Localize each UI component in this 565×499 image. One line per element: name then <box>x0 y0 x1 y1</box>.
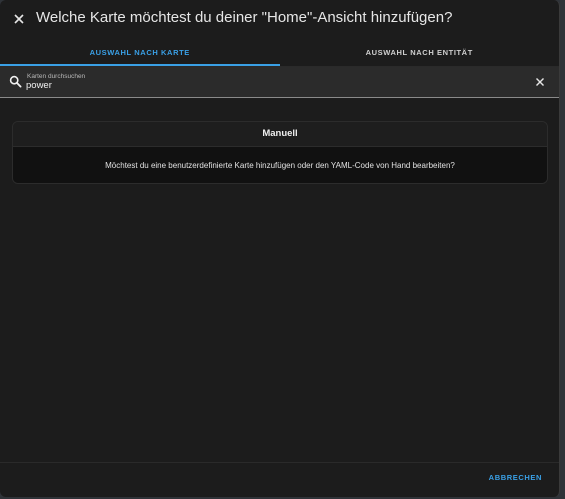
close-button[interactable] <box>10 10 28 28</box>
tab-by-card[interactable]: AUSWAHL NACH KARTE <box>0 38 280 66</box>
search-field[interactable]: Karten durchsuchen <box>0 67 559 98</box>
search-input[interactable] <box>26 80 506 91</box>
search-icon <box>9 75 22 88</box>
add-card-dialog: Welche Karte möchtest du deiner "Home"-A… <box>0 0 560 497</box>
cancel-button[interactable]: ABBRECHEN <box>489 473 542 482</box>
clear-search-icon[interactable] <box>535 77 545 87</box>
tab-by-entity[interactable]: AUSWAHL NACH ENTITÄT <box>280 38 560 66</box>
footer-divider <box>0 462 559 463</box>
search-label: Karten durchsuchen <box>27 73 86 80</box>
tab-bar: AUSWAHL NACH KARTE AUSWAHL NACH ENTITÄT <box>0 38 559 66</box>
dialog-title: Welche Karte möchtest du deiner "Home"-A… <box>36 9 453 26</box>
close-icon <box>14 14 24 24</box>
manual-card-option[interactable]: Manuell Möchtest du eine benutzerdefinie… <box>12 121 548 184</box>
card-title: Manuell <box>13 122 547 147</box>
card-description: Möchtest du eine benutzerdefinierte Kart… <box>13 147 547 183</box>
dialog-header: Welche Karte möchtest du deiner "Home"-A… <box>0 0 559 38</box>
